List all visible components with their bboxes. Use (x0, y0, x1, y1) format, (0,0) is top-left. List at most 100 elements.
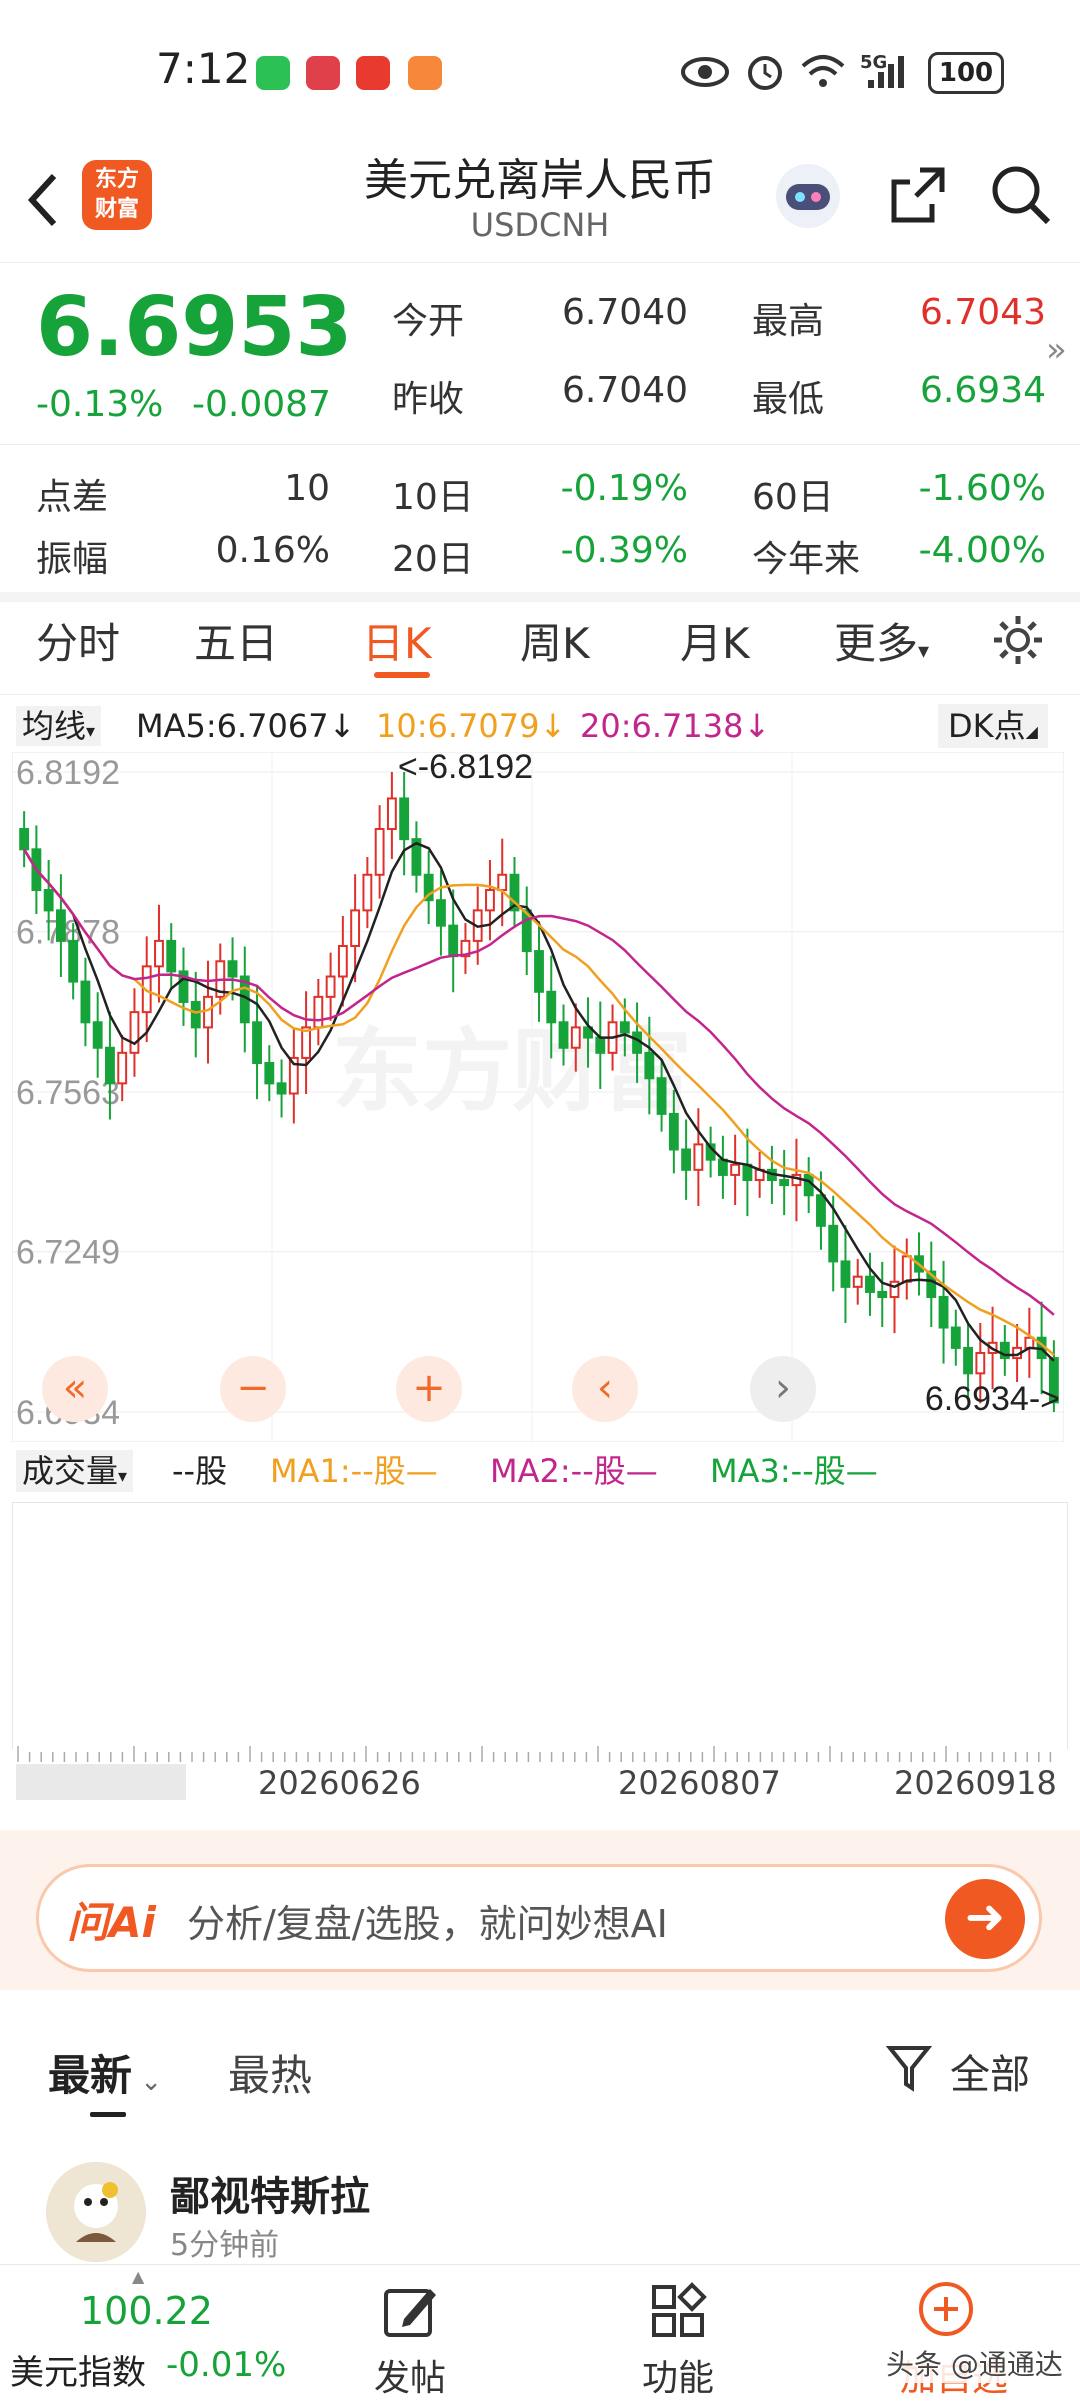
dropdown-caret-icon: ▾ (118, 1466, 128, 1487)
toutiao-icon (356, 56, 390, 90)
y-tick-label: 6.7878 (16, 914, 120, 952)
candle-body (264, 1062, 275, 1085)
tab-minute[interactable]: 分时 (36, 610, 120, 671)
battery-indicator: 100 (928, 52, 1004, 94)
dk-label: DK点 (948, 707, 1026, 745)
kline-chart[interactable]: 6.81926.78786.75636.72496.6934东方财富<-6.81… (12, 752, 1064, 1442)
candle-body (399, 797, 410, 841)
tab-monthly-k[interactable]: 月K (680, 610, 750, 671)
ma-selector-label: 均线 (22, 707, 87, 745)
d20-value: -0.39% (560, 530, 688, 571)
candle-body (950, 1326, 961, 1349)
status-bar: 7:12 5G 100 (0, 0, 1080, 140)
ai-placeholder[interactable]: 分析/复盘/选股，就问妙想AI (187, 1893, 668, 1948)
index-value[interactable]: 100.22 (80, 2289, 213, 2333)
candle-body (129, 1011, 140, 1054)
search-icon[interactable] (988, 162, 1054, 228)
corner-icon: ◢ (1025, 722, 1038, 741)
max-annotation: <-6.8192 (398, 752, 533, 786)
x-tick-label: 20260807 (618, 1764, 781, 1802)
tab-daily-k[interactable]: 日K (362, 610, 432, 671)
nav-post[interactable]: 发帖 (374, 2349, 446, 2401)
feed-tab-hot[interactable]: 最热 (228, 2042, 312, 2103)
tab-more[interactable]: 更多▾ (834, 610, 929, 671)
candle-body (963, 1346, 973, 1375)
wifi-icon (801, 55, 845, 87)
dropdown-caret-icon: ▾ (86, 721, 96, 742)
candle-body (840, 1260, 851, 1288)
ytd-value: -4.00% (918, 530, 1046, 571)
rewind-icon[interactable]: « (42, 1356, 108, 1422)
prev-close-value: 6.7040 (562, 370, 688, 411)
feed-tab-latest-label: 最新 (48, 2051, 133, 2100)
watermark: 头条 @通通达 (880, 2343, 1069, 2383)
candle-body (374, 827, 385, 876)
scroll-left-icon[interactable]: ‹ (572, 1356, 638, 1422)
y-tick-label: 6.7563 (16, 1074, 120, 1112)
dropdown-caret-icon: ▾ (918, 639, 930, 664)
volume-selector[interactable]: 成交量▾ (16, 1450, 134, 1492)
ai-submit-arrow-icon[interactable]: ➜ (945, 1879, 1025, 1959)
avatar-image (46, 2162, 146, 2262)
index-name[interactable]: 美元指数 (10, 2345, 146, 2394)
volume-chart[interactable] (12, 1502, 1068, 1749)
candle-body (852, 1275, 863, 1288)
ai-badge: 问Ai (67, 1898, 156, 1947)
expand-chevron-icon[interactable]: » (1046, 330, 1067, 370)
candle-body (619, 1021, 630, 1034)
volume-selector-label: 成交量 (22, 1452, 119, 1490)
chevron-down-icon: ⌄ (132, 2067, 163, 2097)
candle-body (901, 1255, 912, 1283)
candle-body (570, 1026, 581, 1049)
ma-selector[interactable]: 均线▾ (16, 706, 102, 746)
candle-body (154, 939, 164, 968)
amplitude-value: 0.16% (215, 530, 330, 571)
section-gap (0, 592, 1080, 602)
share-icon[interactable] (886, 164, 950, 228)
post-author[interactable]: 鄙视特斯拉 (170, 2164, 370, 2222)
high-value: 6.7043 (920, 292, 1046, 333)
tab-five-day[interactable]: 五日 (194, 610, 278, 671)
candle-body (227, 960, 238, 978)
volume-value: --股 (172, 1452, 228, 1490)
volume-ma3: MA3:--股— (710, 1452, 878, 1490)
edit-post-icon[interactable] (380, 2281, 440, 2341)
video-app-icon (408, 56, 442, 90)
zoom-in-icon[interactable]: + (396, 1356, 462, 1422)
zoom-out-icon[interactable]: − (220, 1356, 286, 1422)
candle-body (276, 1082, 287, 1095)
feed-filter-all[interactable]: 全部 (950, 2042, 1030, 2100)
candle-body (313, 995, 324, 1029)
nav-function[interactable]: 功能 (642, 2349, 714, 2401)
candle-body (325, 975, 336, 998)
avatar[interactable] (46, 2162, 146, 2262)
filter-icon[interactable] (886, 2042, 932, 2094)
scroll-right-icon[interactable]: › (750, 1356, 816, 1422)
candle-body (55, 909, 66, 942)
dk-point-button[interactable]: DK点◢ (938, 704, 1048, 748)
function-grid-icon[interactable] (648, 2281, 708, 2341)
ma20-value: 20:6.7138↓ (580, 707, 771, 745)
settings-gear-icon[interactable] (990, 612, 1046, 668)
tab-weekly-k[interactable]: 周K (520, 610, 590, 671)
candle-body (436, 899, 446, 927)
d10-label: 10日 (392, 477, 474, 518)
feed-active-indicator (90, 2112, 126, 2117)
spread-label: 点差 (36, 477, 109, 518)
candle-body (203, 995, 213, 1029)
candle-body (938, 1296, 949, 1329)
ai-robot-icon[interactable] (772, 160, 844, 232)
d60-label: 60日 (752, 477, 834, 518)
divider (0, 694, 1080, 695)
signal-icon (868, 56, 904, 88)
candle-body (252, 1021, 262, 1065)
ai-search-bar[interactable]: 问Ai 分析/复盘/选股，就问妙想AI ➜ (36, 1864, 1042, 1972)
candle-body (350, 909, 361, 947)
book-app-icon (306, 56, 340, 90)
divider (0, 444, 1080, 445)
x-tick-label: 20260918 (894, 1764, 1057, 1802)
candle-body (1024, 1336, 1035, 1349)
add-watchlist-icon[interactable] (916, 2279, 976, 2339)
volume-ma1: MA1:--股— (270, 1452, 438, 1490)
feed-tab-latest[interactable]: 最新 ⌄ (48, 2042, 162, 2103)
